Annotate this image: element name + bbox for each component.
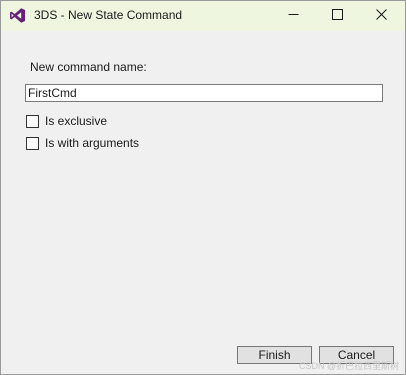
is-exclusive-checkbox-row[interactable]: Is exclusive bbox=[26, 114, 107, 128]
is-with-arguments-checkbox[interactable] bbox=[26, 136, 39, 150]
is-with-arguments-checkbox-row[interactable]: Is with arguments bbox=[26, 136, 139, 150]
maximize-icon bbox=[331, 7, 343, 25]
title-bar[interactable]: 3DS - New State Command bbox=[1, 1, 405, 31]
maximize-button[interactable] bbox=[315, 1, 359, 31]
is-with-arguments-label[interactable]: Is with arguments bbox=[45, 136, 139, 150]
watermark: CSDN @折巴拉西里斯树 bbox=[299, 361, 400, 371]
is-exclusive-label[interactable]: Is exclusive bbox=[45, 114, 107, 128]
minimize-button[interactable] bbox=[271, 1, 315, 31]
minimize-icon bbox=[288, 7, 299, 25]
command-name-label: New command name: bbox=[30, 60, 147, 74]
command-name-input[interactable] bbox=[25, 84, 383, 102]
close-button[interactable] bbox=[359, 1, 403, 31]
visual-studio-icon bbox=[9, 7, 26, 24]
new-state-command-dialog: 3DS - New State Command New command name… bbox=[0, 0, 406, 375]
window-title: 3DS - New State Command bbox=[34, 8, 183, 22]
close-icon bbox=[375, 7, 387, 25]
is-exclusive-checkbox[interactable] bbox=[26, 114, 39, 128]
